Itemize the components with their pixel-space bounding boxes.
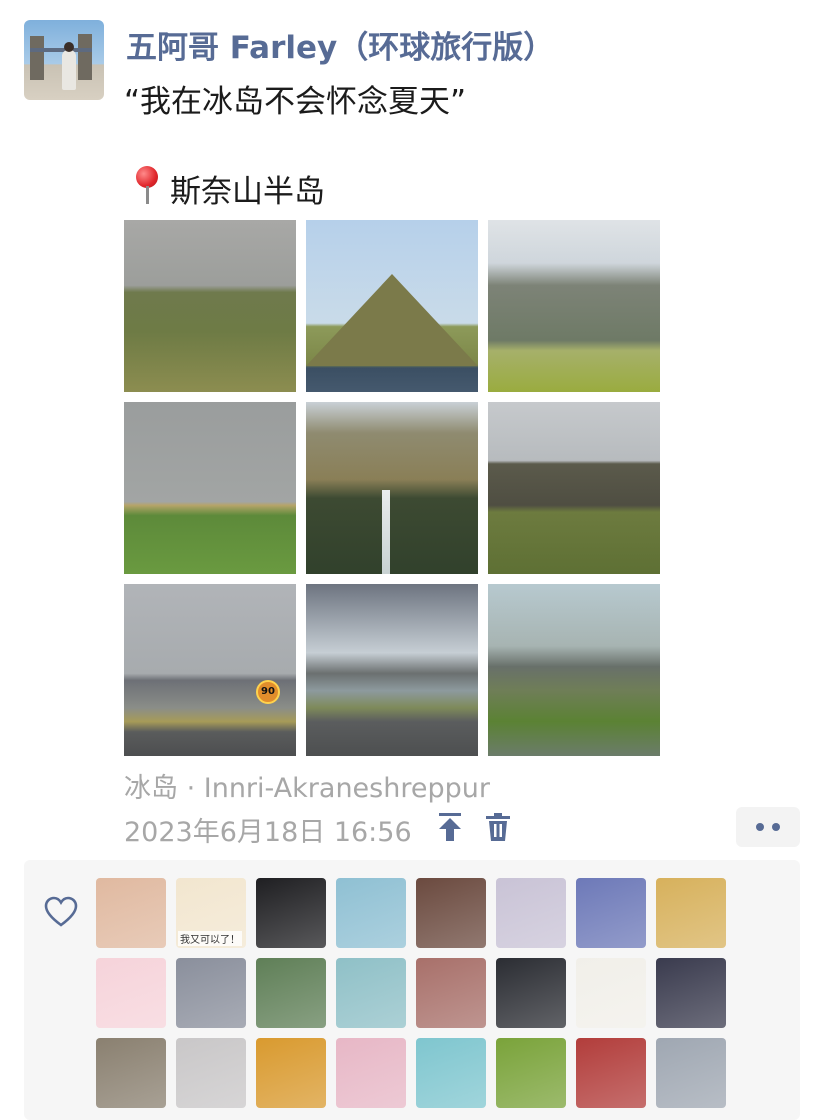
location-link[interactable]: 冰岛 · Innri-Akraneshreppur xyxy=(124,766,490,805)
avatar-bridge-span xyxy=(30,48,92,52)
liker-avatar[interactable] xyxy=(336,1038,406,1108)
speed-sign: 90 xyxy=(256,680,280,704)
user-avatar[interactable] xyxy=(24,20,104,100)
photo-thumbnail[interactable] xyxy=(306,220,478,392)
liker-avatar[interactable] xyxy=(496,1038,566,1108)
liker-avatar[interactable]: 我又可以了！ xyxy=(176,878,246,948)
liker-avatar[interactable] xyxy=(416,1038,486,1108)
photo-thumbnail[interactable] xyxy=(306,584,478,756)
liker-avatar[interactable] xyxy=(416,958,486,1028)
liker-avatar[interactable] xyxy=(416,878,486,948)
post-location-text: 斯奈山半岛 xyxy=(170,174,325,210)
photo-thumbnail[interactable] xyxy=(124,402,296,574)
liker-avatar[interactable] xyxy=(576,878,646,948)
photo-grid: 90 xyxy=(124,220,660,756)
avatar-person-head xyxy=(64,42,74,52)
liker-avatar[interactable] xyxy=(256,878,326,948)
photo-thumbnail[interactable]: 90 xyxy=(124,584,296,756)
more-dots-icon xyxy=(756,823,764,831)
liker-avatar[interactable] xyxy=(496,878,566,948)
photo-thumbnail[interactable] xyxy=(306,402,478,574)
photo-thumbnail[interactable] xyxy=(488,220,660,392)
liker-avatar[interactable] xyxy=(496,958,566,1028)
avatar-bridge-tower xyxy=(78,34,92,80)
username[interactable]: 五阿哥 Farley（环球旅行版） xyxy=(126,22,554,67)
post-timestamp: 2023年6月18日 16:56 xyxy=(124,817,412,848)
liker-avatar-caption: 我又可以了！ xyxy=(178,931,242,946)
liker-avatar[interactable] xyxy=(576,958,646,1028)
heart-outline-icon[interactable] xyxy=(44,896,78,928)
liker-avatar[interactable] xyxy=(256,958,326,1028)
liker-avatar[interactable] xyxy=(176,958,246,1028)
liker-avatar[interactable] xyxy=(336,878,406,948)
liker-avatar[interactable] xyxy=(656,1038,726,1108)
liker-avatar[interactable] xyxy=(656,878,726,948)
liker-avatar[interactable] xyxy=(656,958,726,1028)
photo-thumbnail[interactable] xyxy=(488,402,660,574)
more-dots-icon xyxy=(772,823,780,831)
liker-avatar[interactable] xyxy=(576,1038,646,1108)
liker-avatar[interactable] xyxy=(336,958,406,1028)
photo-thumbnail[interactable] xyxy=(488,584,660,756)
photo-thumbnail[interactable] xyxy=(124,220,296,392)
liker-avatar[interactable] xyxy=(176,1038,246,1108)
avatar-person xyxy=(62,50,76,90)
round-pushpin-icon xyxy=(134,166,160,206)
liker-avatar[interactable] xyxy=(96,878,166,948)
trash-icon[interactable] xyxy=(484,812,512,842)
avatar-bridge-tower xyxy=(30,36,44,80)
more-options-button[interactable] xyxy=(736,807,800,847)
liker-avatar[interactable] xyxy=(96,1038,166,1108)
post-text: “我在冰岛不会怀念夏天” xyxy=(124,84,467,120)
liker-avatar[interactable] xyxy=(96,958,166,1028)
liker-avatar[interactable] xyxy=(256,1038,326,1108)
pin-to-top-icon[interactable] xyxy=(436,812,464,842)
